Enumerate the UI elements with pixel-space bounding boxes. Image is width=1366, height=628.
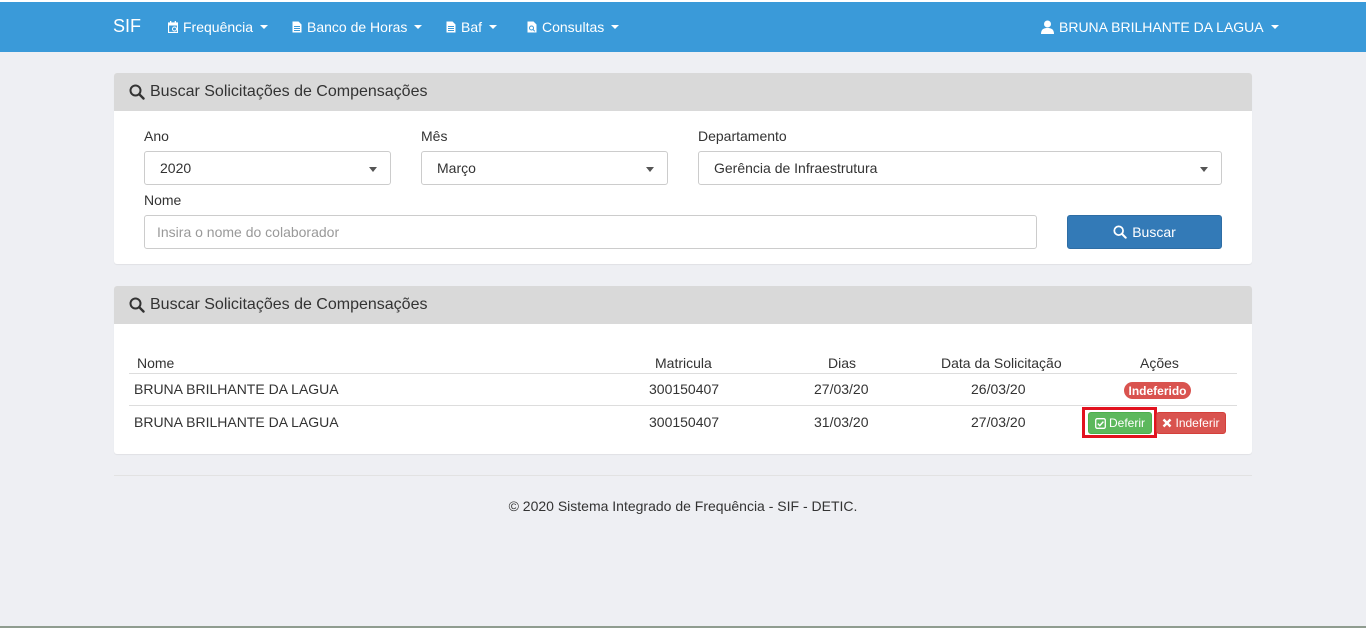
ano-label: Ano xyxy=(144,128,169,144)
col-header-acoes: Ações xyxy=(1140,355,1179,371)
user-name: BRUNA BRILHANTE DA LAGUA xyxy=(1059,19,1264,35)
row-divider xyxy=(129,373,1237,374)
nav-frequencia-label: Frequência xyxy=(183,19,254,35)
panel-title: Buscar Solicitações de Compensações xyxy=(150,83,428,100)
search-panel-heading: Buscar Solicitações de Compensações xyxy=(114,73,1252,111)
row-2-matricula: 300150407 xyxy=(649,414,720,430)
nav-banco-de-horas-label: Banco de Horas xyxy=(307,19,408,35)
mes-select[interactable]: Março xyxy=(421,151,668,185)
footer-divider xyxy=(114,475,1252,476)
mes-label: Mês xyxy=(421,128,448,144)
mes-value: Março xyxy=(437,160,476,176)
ano-select[interactable]: 2020 xyxy=(144,151,391,185)
calendar-icon xyxy=(168,21,178,33)
results-panel-heading: Buscar Solicitações de Compensações xyxy=(114,286,1252,324)
departamento-value: Gerência de Infraestrutura xyxy=(714,160,878,176)
row-1-dias: 27/03/20 xyxy=(814,381,869,397)
chevron-down-icon xyxy=(646,167,654,172)
nav-consultas-label: Consultas xyxy=(542,19,605,35)
row-1-nome: BRUNA BRILHANTE DA LAGUA xyxy=(134,381,339,397)
col-header-dias: Dias xyxy=(828,355,857,371)
file-search-icon xyxy=(527,21,537,33)
ano-value: 2020 xyxy=(160,160,192,176)
user-menu[interactable]: BRUNA BRILHANTE DA LAGUA xyxy=(1041,19,1279,35)
row-1-data: 26/03/20 xyxy=(971,381,1026,397)
close-icon xyxy=(1163,418,1172,428)
chevron-down-icon xyxy=(1200,167,1208,172)
chevron-down-icon xyxy=(260,25,269,29)
row-divider xyxy=(129,405,1237,406)
search-icon xyxy=(1113,225,1127,239)
departamento-select[interactable]: Gerência de Infraestrutura xyxy=(698,151,1222,185)
nav-banco-de-horas[interactable]: Banco de Horas xyxy=(292,19,423,35)
row-1-matricula: 300150407 xyxy=(649,381,720,397)
panel-title: Buscar Solicitações de Compensações xyxy=(150,296,428,313)
nav-frequencia[interactable]: Frequência xyxy=(168,19,269,35)
nome-label: Nome xyxy=(144,192,182,208)
file-icon xyxy=(446,21,456,33)
col-header-nome: Nome xyxy=(137,355,175,371)
buscar-label: Buscar xyxy=(1132,224,1176,240)
footer-text: © 2020 Sistema Integrado de Frequência -… xyxy=(508,498,858,514)
brand-link[interactable]: SIF xyxy=(113,16,141,37)
user-icon xyxy=(1041,20,1054,34)
indeferir-button[interactable]: Indeferir xyxy=(1156,412,1226,434)
status-badge: Indeferido xyxy=(1124,382,1191,399)
search-icon xyxy=(129,297,145,313)
nav-baf-label: Baf xyxy=(461,19,483,35)
chevron-down-icon xyxy=(489,25,498,29)
buscar-button[interactable]: Buscar xyxy=(1067,215,1222,249)
deferir-button[interactable]: Deferir xyxy=(1088,412,1152,434)
row-2-data: 27/03/20 xyxy=(971,414,1026,430)
chevron-down-icon xyxy=(1270,25,1279,29)
col-header-data-solicitacao: Data da Solicitação xyxy=(941,355,1062,371)
indeferir-label: Indeferir xyxy=(1175,416,1220,430)
navbar: SIF Frequência Banco de Horas Baf Consul… xyxy=(0,2,1366,52)
chevron-down-icon xyxy=(414,25,423,29)
deferir-label: Deferir xyxy=(1108,416,1145,430)
col-header-matricula: Matricula xyxy=(655,355,712,371)
row-2-dias: 31/03/20 xyxy=(814,414,869,430)
departamento-label: Departamento xyxy=(698,128,787,144)
nome-input[interactable] xyxy=(144,215,1037,249)
search-icon xyxy=(129,84,145,100)
chevron-down-icon xyxy=(611,25,620,29)
file-icon xyxy=(292,21,302,33)
nav-baf[interactable]: Baf xyxy=(446,19,498,35)
check-square-icon xyxy=(1095,417,1106,429)
nav-consultas[interactable]: Consultas xyxy=(527,19,620,35)
row-2-nome: BRUNA BRILHANTE DA LAGUA xyxy=(134,414,339,430)
chevron-down-icon xyxy=(369,167,377,172)
